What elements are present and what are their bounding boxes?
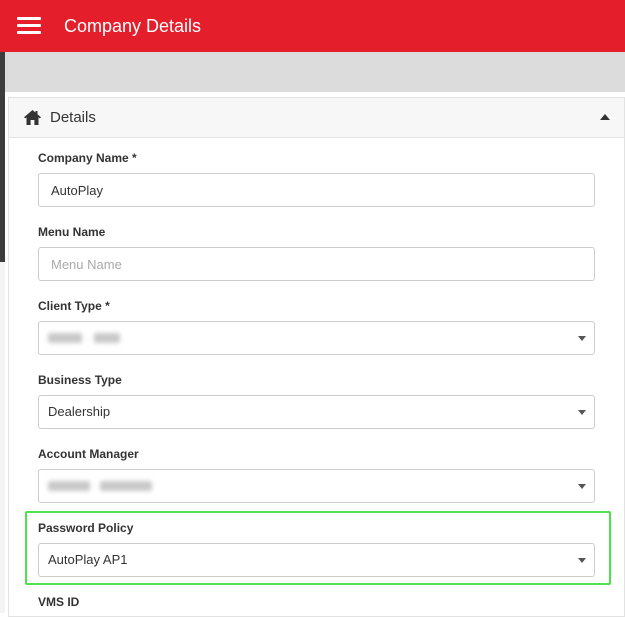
business-type-value: Dealership: [48, 404, 111, 419]
left-edge-strip: [0, 52, 5, 613]
chevron-down-icon: [578, 410, 586, 415]
client-type-label: Client Type *: [38, 299, 110, 313]
account-manager-label: Account Manager: [38, 447, 139, 461]
password-policy-value: AutoPlay AP1: [48, 552, 128, 567]
redacted-value: [93, 333, 120, 343]
vms-id-label: VMS ID: [38, 595, 80, 609]
menu-name-label: Menu Name: [38, 225, 106, 239]
home-icon: [24, 110, 41, 125]
chevron-down-icon: [578, 484, 586, 489]
caret-up-icon[interactable]: [600, 114, 610, 120]
page-title: Company Details: [64, 16, 202, 36]
password-policy-label: Password Policy: [38, 521, 134, 535]
details-panel-header[interactable]: Details: [9, 98, 624, 138]
chevron-down-icon: [578, 558, 586, 563]
details-panel-title: Details: [50, 109, 96, 126]
chevron-down-icon: [578, 336, 586, 341]
client-type-select[interactable]: [38, 321, 595, 355]
hamburger-menu-icon[interactable]: [17, 17, 41, 35]
redacted-value: [48, 333, 82, 343]
app-header: Company Details: [0, 0, 625, 52]
account-manager-select[interactable]: [38, 469, 595, 503]
company-name-input[interactable]: [38, 173, 595, 207]
menu-name-input[interactable]: [38, 247, 595, 281]
company-name-label: Company Name *: [38, 151, 137, 165]
password-policy-select[interactable]: AutoPlay AP1: [38, 543, 595, 577]
toolbar-band: [5, 52, 625, 92]
business-type-select[interactable]: Dealership: [38, 395, 595, 429]
business-type-label: Business Type: [38, 373, 122, 387]
redacted-value: [48, 481, 90, 491]
redacted-value: [99, 481, 152, 491]
